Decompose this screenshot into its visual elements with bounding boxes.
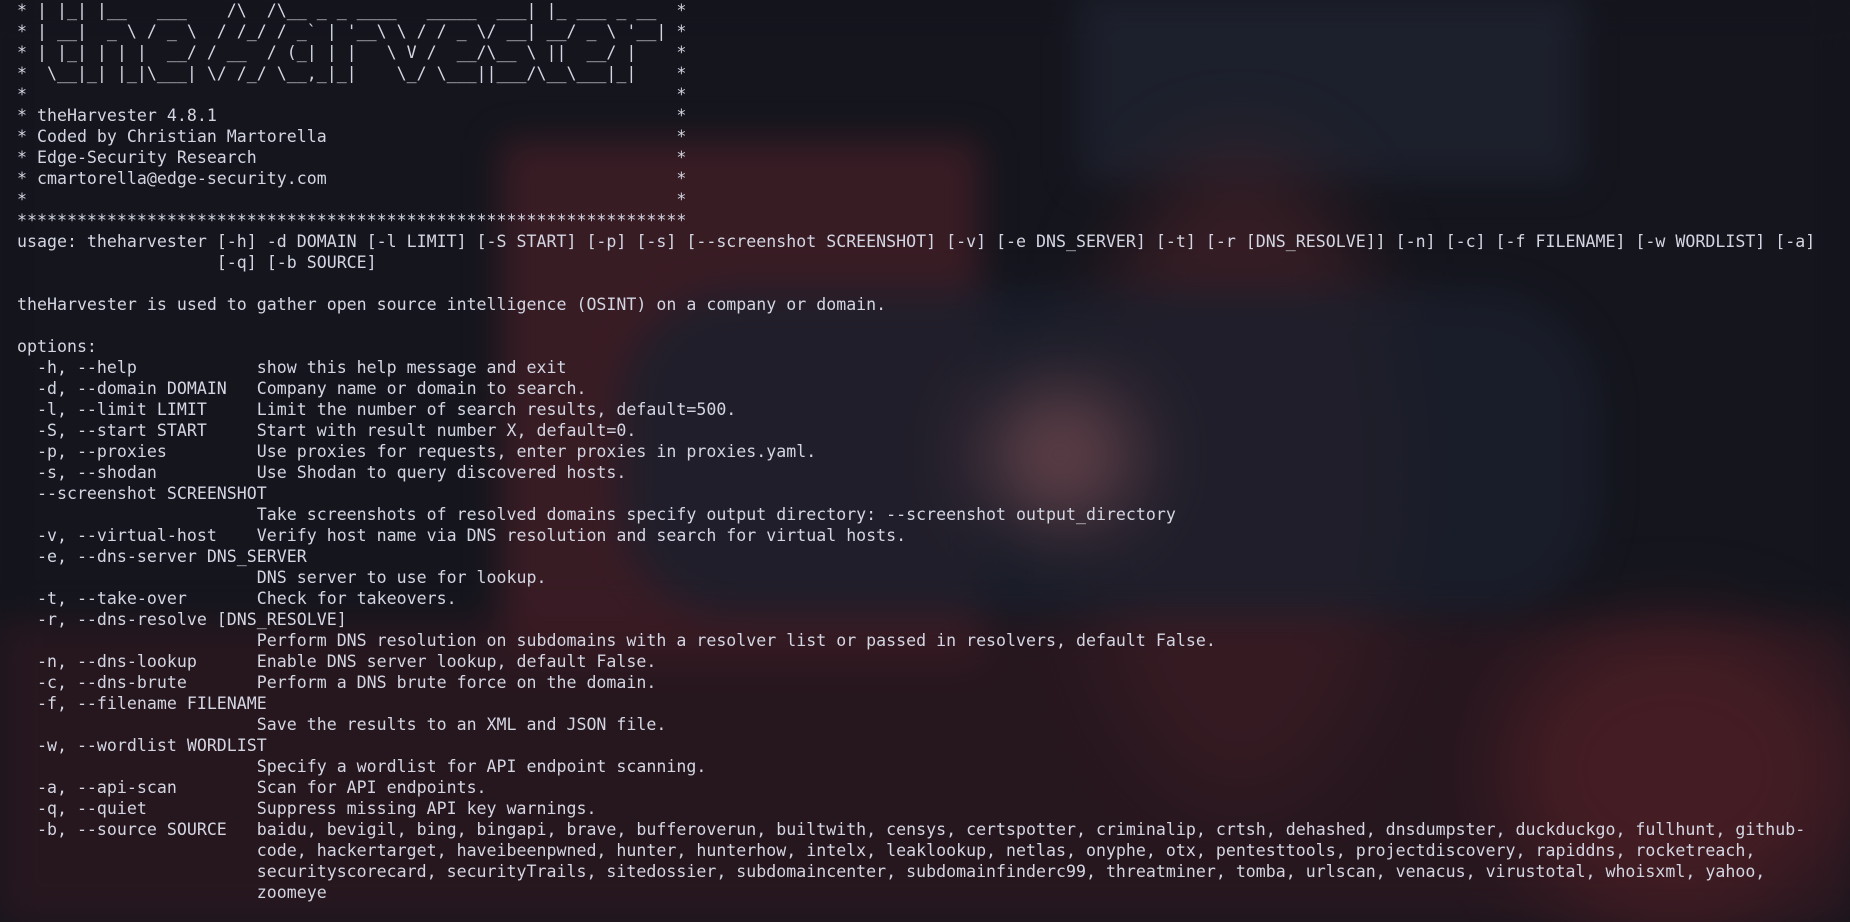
- terminal-line: -p, --proxies Use proxies for requests, …: [17, 442, 817, 461]
- terminal-line: * *: [17, 190, 687, 209]
- terminal-line: * \__|_| |_|\___| \/ /_/ \__,_|_| \_/ \_…: [17, 64, 687, 83]
- terminal-line: * Edge-Security Research *: [17, 148, 687, 167]
- terminal-line: * Coded by Christian Martorella *: [17, 127, 687, 146]
- terminal-line: ****************************************…: [17, 211, 687, 230]
- terminal-line: theHarvester is used to gather open sour…: [17, 295, 887, 314]
- terminal-line: * cmartorella@edge-security.com *: [17, 169, 687, 188]
- terminal-line: code, hackertarget, haveibeenpwned, hunt…: [17, 841, 1756, 860]
- terminal-line: Save the results to an XML and JSON file…: [17, 715, 667, 734]
- terminal-line: DNS server to use for lookup.: [17, 568, 547, 587]
- terminal-line: -h, --help show this help message and ex…: [17, 358, 567, 377]
- terminal-line: -r, --dns-resolve [DNS_RESOLVE]: [17, 610, 347, 629]
- terminal-line: -v, --virtual-host Verify host name via …: [17, 526, 907, 545]
- terminal-line: -c, --dns-brute Perform a DNS brute forc…: [17, 673, 657, 692]
- terminal-line: * theHarvester 4.8.1 *: [17, 106, 687, 125]
- terminal-line: * | |_| | | | __/ / __ / (_| | | \ V / _…: [17, 43, 687, 62]
- terminal-line: -t, --take-over Check for takeovers.: [17, 589, 457, 608]
- terminal-line: -s, --shodan Use Shodan to query discove…: [17, 463, 627, 482]
- terminal-line: -n, --dns-lookup Enable DNS server looku…: [17, 652, 657, 671]
- terminal-line: [-q] [-b SOURCE]: [17, 253, 377, 272]
- terminal-output[interactable]: * | |_| |__ ___ /\ /\__ _ _ ____ _____ _…: [17, 0, 1847, 903]
- terminal-line: * | |_| |__ ___ /\ /\__ _ _ ____ _____ _…: [17, 1, 687, 20]
- terminal-line: -a, --api-scan Scan for API endpoints.: [17, 778, 487, 797]
- terminal-line: -f, --filename FILENAME: [17, 694, 267, 713]
- terminal-line: -w, --wordlist WORDLIST: [17, 736, 267, 755]
- terminal-line: securityscorecard, securityTrails, sited…: [17, 862, 1766, 881]
- terminal-line: Perform DNS resolution on subdomains wit…: [17, 631, 1216, 650]
- terminal-line: -l, --limit LIMIT Limit the number of se…: [17, 400, 737, 419]
- terminal-line: options:: [17, 337, 97, 356]
- terminal-line: -d, --domain DOMAIN Company name or doma…: [17, 379, 587, 398]
- terminal-line: -b, --source SOURCE baidu, bevigil, bing…: [17, 820, 1806, 839]
- terminal-line: -S, --start START Start with result numb…: [17, 421, 637, 440]
- terminal-line: --screenshot SCREENSHOT: [17, 484, 267, 503]
- terminal-line: * *: [17, 85, 687, 104]
- terminal-line: zoomeye: [17, 883, 327, 902]
- terminal-line: -q, --quiet Suppress missing API key war…: [17, 799, 597, 818]
- terminal-line: * | __| _ \ / _ \ / /_/ / _` | '__\ \ / …: [17, 22, 687, 41]
- terminal-line: Take screenshots of resolved domains spe…: [17, 505, 1176, 524]
- terminal-line: usage: theharvester [-h] -d DOMAIN [-l L…: [17, 232, 1816, 251]
- terminal-line: -e, --dns-server DNS_SERVER: [17, 547, 307, 566]
- terminal-line: Specify a wordlist for API endpoint scan…: [17, 757, 707, 776]
